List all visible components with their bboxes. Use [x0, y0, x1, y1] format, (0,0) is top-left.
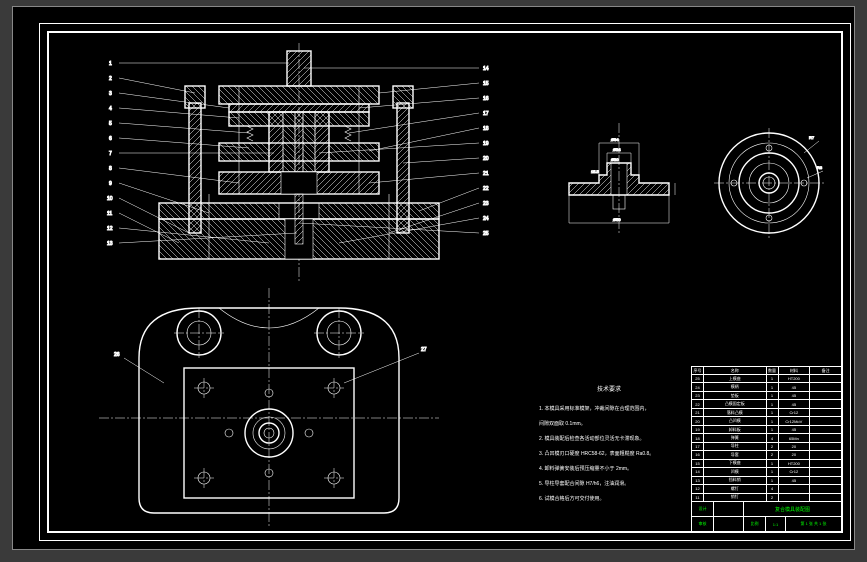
svg-text:8: 8 [109, 166, 112, 172]
scale-label: 比例 [744, 517, 766, 531]
title-block: 序号 名称 数量 材料 备注 25上模座1HT200 24模柄145 23垫板1… [691, 366, 841, 531]
tech-req-line: 3. 凸凹模刃口硬度 HRC58-62，表面粗糙度 Ra0.8。 [539, 451, 679, 459]
svg-text:15.5: 15.5 [591, 169, 600, 174]
tech-req-line: 6. 试模合格后方可交付使用。 [539, 496, 679, 504]
spring-left-icon [247, 126, 253, 141]
part-section-view: Ø24 Ø34 Ø20 Ø50 15.5 [549, 123, 689, 243]
bom-row: 22凸模固定板145 [692, 400, 841, 408]
tech-req-line: 2. 模具装配后检查各活动部位灵活无卡滞现象。 [539, 436, 679, 444]
svg-text:21: 21 [483, 171, 489, 177]
svg-text:16: 16 [483, 96, 489, 102]
lower-die-plan-view: 26 27 [99, 288, 439, 528]
checked-label: 审核 [692, 517, 714, 531]
svg-text:20: 20 [483, 156, 489, 162]
bom-row: 14凹模1Cr12 [692, 468, 841, 476]
bom-row: 25上模座1HT200 [692, 375, 841, 383]
bom-row: 20凸凹模1Cr12MoV [692, 417, 841, 425]
bom-row: 15下模座1HT200 [692, 460, 841, 468]
svg-text:2: 2 [109, 76, 112, 82]
svg-text:6: 6 [109, 136, 112, 142]
svg-text:R7: R7 [809, 135, 815, 140]
bom-header: 序号 名称 数量 材料 备注 [692, 367, 841, 375]
assembly-section-view: 1 2 3 4 5 6 7 8 9 10 11 12 13 14 [89, 43, 509, 283]
bom-row: 13挡料销145 [692, 477, 841, 485]
tech-req-title: 技术要求 [539, 386, 679, 395]
svg-text:14: 14 [483, 66, 489, 72]
svg-text:R3: R3 [817, 165, 823, 170]
title-block-footer: 设计 复合模具装配图 审核 比例 1:1 第 1 张 共 1 张 [692, 501, 841, 531]
svg-text:27: 27 [421, 347, 427, 353]
svg-text:Ø34: Ø34 [611, 137, 619, 142]
technical-requirements: 技术要求 1. 本模具采用标准模架，冲裁间隙在合理范围内， 间隙双面取 0.1m… [539, 378, 679, 511]
bom-rows: 25上模座1HT200 24模柄145 23垫板145 22凸模固定板145 2… [692, 375, 841, 501]
svg-text:10: 10 [107, 196, 113, 202]
tech-req-line: 1. 本模具采用标准模架，冲裁间隙在合理范围内， [539, 406, 679, 414]
balloons-right: 14 15 16 17 18 19 20 21 22 23 24 25 [483, 66, 489, 237]
balloons-left: 1 2 3 4 5 6 7 8 9 10 11 12 13 [107, 61, 113, 247]
svg-text:9: 9 [109, 181, 112, 187]
svg-text:26: 26 [114, 352, 120, 358]
bom-row: 24模柄145 [692, 383, 841, 391]
svg-text:Ø20: Ø20 [611, 157, 619, 162]
svg-text:15: 15 [483, 81, 489, 87]
tech-req-line: 间隙双面取 0.1mm。 [539, 421, 679, 429]
svg-text:7: 7 [109, 151, 112, 157]
svg-text:17: 17 [483, 111, 489, 117]
bom-row: 16导套220 [692, 451, 841, 459]
svg-text:4: 4 [109, 106, 112, 112]
svg-text:1: 1 [109, 61, 112, 67]
svg-text:18: 18 [483, 126, 489, 132]
designed-label: 设计 [692, 502, 714, 516]
bom-row: 12螺钉4 [692, 485, 841, 493]
part-plan-view: R7 R3 [709, 123, 829, 243]
drawing-title: 复合模具装配图 [744, 502, 841, 516]
svg-text:25: 25 [483, 231, 489, 237]
svg-text:Ø50: Ø50 [613, 217, 621, 222]
svg-text:22: 22 [483, 186, 489, 192]
designed-by [714, 502, 744, 516]
scale-value: 1:1 [766, 517, 786, 531]
svg-text:13: 13 [107, 241, 113, 247]
tech-req-line: 5. 导柱导套配合间隙 H7/h6，注油润滑。 [539, 481, 679, 489]
bom-row: 23垫板145 [692, 392, 841, 400]
bom-row: 21落料凸模1Cr12 [692, 409, 841, 417]
cad-canvas[interactable]: 1 2 3 4 5 6 7 8 9 10 11 12 13 14 [12, 6, 855, 550]
spring-right-icon [345, 126, 351, 141]
bom-row: 17导柱220 [692, 443, 841, 451]
svg-text:12: 12 [107, 226, 113, 232]
sheet-info: 第 1 张 共 1 张 [786, 517, 841, 531]
svg-text:5: 5 [109, 121, 112, 127]
drawing-sheet: 1 2 3 4 5 6 7 8 9 10 11 12 13 14 [49, 33, 841, 531]
bom-row: 19卸料板145 [692, 426, 841, 434]
svg-text:Ø24: Ø24 [613, 147, 621, 152]
tech-req-line: 4. 卸料弹簧安装后预压缩量不小于 2mm。 [539, 466, 679, 474]
svg-text:3: 3 [109, 91, 112, 97]
bom-row: 18弹簧465Mn [692, 434, 841, 442]
svg-text:11: 11 [107, 211, 112, 217]
svg-text:24: 24 [483, 216, 489, 222]
svg-text:19: 19 [483, 141, 489, 147]
svg-text:23: 23 [483, 201, 489, 207]
bom-row: 11销钉2 [692, 494, 841, 501]
